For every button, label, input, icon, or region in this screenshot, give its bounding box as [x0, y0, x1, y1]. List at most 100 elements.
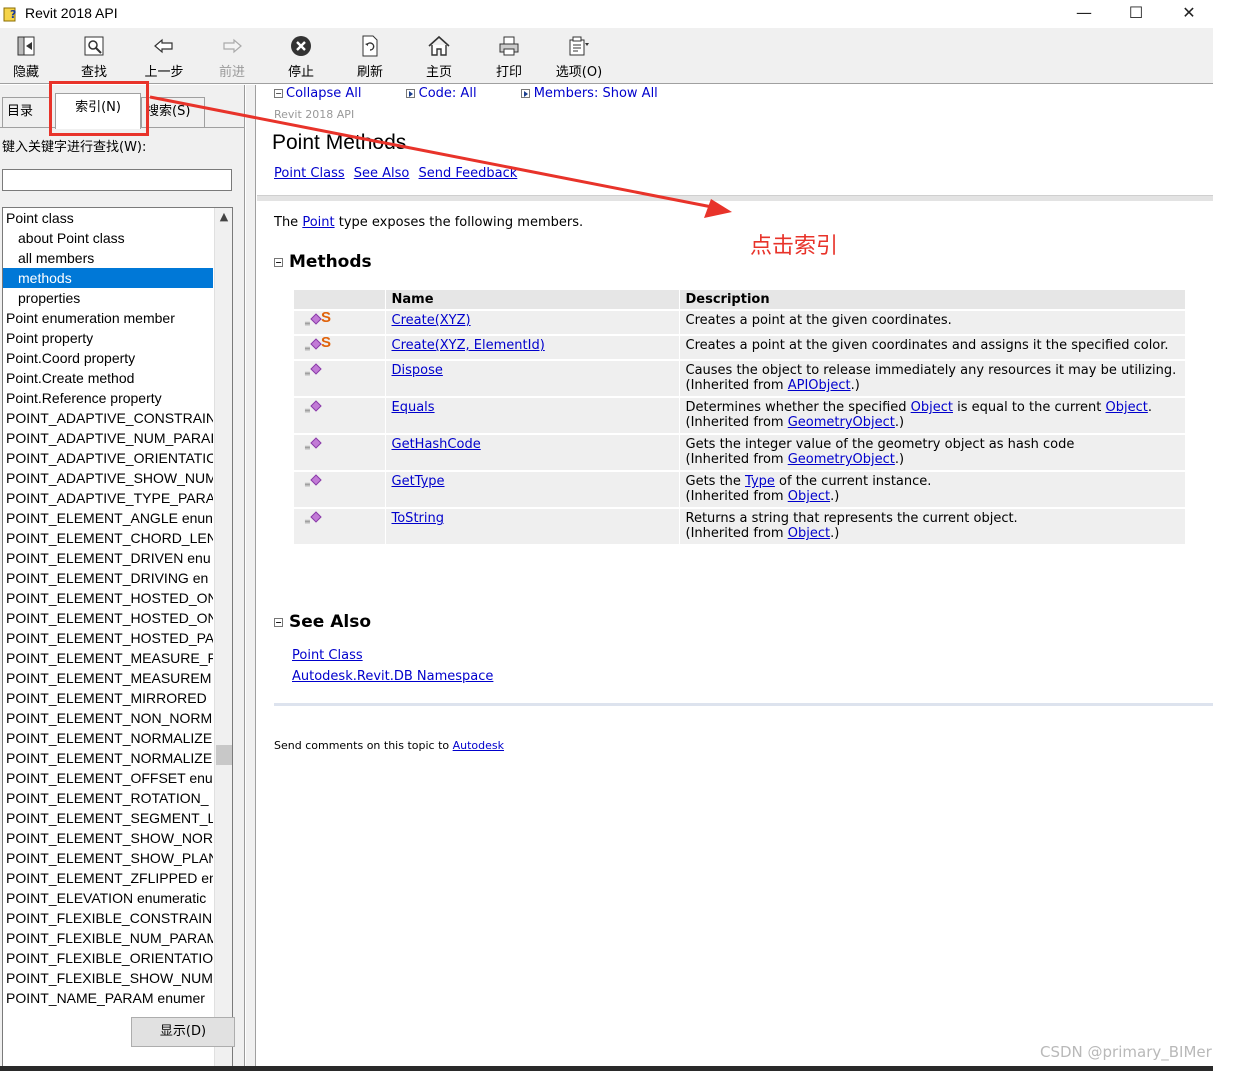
methods-section-toggle[interactable]: − Methods [274, 252, 372, 272]
type-link[interactable]: Object [788, 526, 830, 541]
static-method-icon: ≡ S [304, 334, 332, 353]
index-scrollbar[interactable]: ▲ ▼ [214, 208, 232, 1071]
stop-button[interactable]: 停止 [278, 32, 324, 80]
index-item[interactable]: Point property [3, 328, 213, 348]
find-button[interactable]: 查找 [71, 32, 117, 80]
index-item[interactable]: POINT_ELEMENT_HOSTED_ON [3, 588, 213, 608]
index-item[interactable]: POINT_ADAPTIVE_SHOW_NUM [3, 468, 213, 488]
index-item[interactable]: POINT_FLEXIBLE_ORIENTATIO [3, 948, 213, 968]
scroll-up-icon[interactable]: ▲ [215, 208, 232, 226]
index-item[interactable]: POINT_ADAPTIVE_CONSTRAIN [3, 408, 213, 428]
pane-splitter[interactable] [246, 85, 256, 1071]
table-row: ≡ GetHashCode Gets the integer value of th… [294, 433, 1186, 471]
method-link[interactable]: Create(XYZ, ElementId) [392, 338, 545, 353]
type-link[interactable]: Object [911, 400, 953, 415]
method-link[interactable]: Dispose [392, 363, 443, 378]
index-item[interactable]: POINT_ELEMENT_ROTATION_ [3, 788, 213, 808]
see-also-link[interactable]: See Also [354, 166, 410, 181]
index-item[interactable]: POINT_ELEMENT_ANGLE enun [3, 508, 213, 528]
options-button[interactable]: 选项(O) [554, 32, 604, 80]
index-item[interactable]: POINT_ELEMENT_HOSTED_ON [3, 608, 213, 628]
index-item[interactable]: POINT_ELEMENT_SHOW_NOR [3, 828, 213, 848]
type-link[interactable]: GeometryObject [788, 452, 895, 467]
index-item[interactable]: POINT_ELEMENT_OFFSET enur [3, 768, 213, 788]
index-item[interactable]: all members [3, 248, 213, 268]
description-text: .) [850, 378, 860, 393]
description-text: is equal to the current [952, 400, 1106, 415]
close-button[interactable]: ✕ [1166, 2, 1212, 26]
keyword-input[interactable] [2, 169, 232, 191]
index-item[interactable]: Point.Reference property [3, 388, 213, 408]
description-text: (Inherited from [685, 378, 788, 393]
display-button[interactable]: 显示(D) [131, 1017, 235, 1047]
index-item[interactable]: properties [3, 288, 213, 308]
method-link[interactable]: Create(XYZ) [392, 313, 471, 328]
type-link[interactable]: Type [745, 474, 775, 489]
method-name-cell: GetType [385, 470, 680, 508]
home-button[interactable]: 主页 [416, 32, 462, 80]
index-item[interactable]: Point.Coord property [3, 348, 213, 368]
point-class-link[interactable]: Point Class [274, 166, 345, 181]
autodesk-link[interactable]: Autodesk [453, 739, 504, 752]
description-text: (Inherited from [685, 526, 788, 541]
index-item[interactable]: POINT_ELEVATION enumeratic [3, 888, 213, 908]
send-feedback-link[interactable]: Send Feedback [419, 166, 518, 181]
index-item[interactable]: POINT_ELEMENT_MIRRORED [3, 688, 213, 708]
description-text: Returns a string that represents the cur… [685, 511, 1018, 526]
refresh-button[interactable]: 刷新 [347, 32, 393, 80]
type-link[interactable]: GeometryObject [788, 415, 895, 430]
print-button[interactable]: 打印 [486, 32, 532, 80]
index-item[interactable]: POINT_ELEMENT_CHORD_LEN [3, 528, 213, 548]
index-item[interactable]: POINT_ADAPTIVE_ORIENTATIC [3, 448, 213, 468]
index-item[interactable]: POINT_FLEXIBLE_CONSTRAINI [3, 908, 213, 928]
index-item[interactable]: POINT_ELEMENT_MEASURE_FI [3, 648, 213, 668]
help-app-icon: ? [3, 7, 16, 22]
index-item[interactable]: POINT_NAME_PARAM enumer [3, 988, 213, 1008]
minimize-button[interactable]: — [1061, 2, 1107, 26]
type-link[interactable]: Object [1106, 400, 1148, 415]
tab-search[interactable]: 搜索(S) [141, 97, 205, 127]
point-type-link[interactable]: Point [302, 215, 334, 230]
index-item[interactable]: Point class [3, 208, 213, 228]
index-list[interactable]: Point class about Point class all members m… [2, 207, 233, 1071]
index-item[interactable]: POINT_ELEMENT_HOSTED_PAI [3, 628, 213, 648]
index-item[interactable]: POINT_FLEXIBLE_NUM_PARAM [3, 928, 213, 948]
index-item[interactable]: POINT_ADAPTIVE_NUM_PARAI [3, 428, 213, 448]
index-item[interactable]: POINT_ELEMENT_DRIVEN enu [3, 548, 213, 568]
index-item[interactable]: POINT_ELEMENT_SHOW_PLAN [3, 848, 213, 868]
index-item[interactable]: POINT_ELEMENT_NON_NORM [3, 708, 213, 728]
tab-contents[interactable]: 目录(C [2, 97, 52, 127]
method-link[interactable]: GetType [392, 474, 445, 489]
code-filter-link[interactable]: Code: All [405, 86, 497, 101]
hide-pane-icon [17, 36, 35, 56]
back-button[interactable]: 上一步 [141, 32, 187, 80]
hide-button[interactable]: 隐藏 [3, 32, 49, 80]
table-row: ≡ Equals Determines whether the specified … [294, 396, 1186, 434]
index-item[interactable]: methods [3, 268, 213, 288]
method-link[interactable]: GetHashCode [392, 437, 481, 452]
members-filter-link[interactable]: Members: Show All [520, 86, 678, 101]
index-item[interactable]: POINT_ELEMENT_SEGMENT_L [3, 808, 213, 828]
collapse-all-link[interactable]: − Collapse All [274, 86, 382, 101]
see-also-namespace-link[interactable]: Autodesk.Revit.DB Namespace [292, 666, 493, 687]
scroll-thumb[interactable] [216, 745, 232, 765]
index-item[interactable]: POINT_ELEMENT_DRIVING en [3, 568, 213, 588]
index-item[interactable]: POINT_ELEMENT_ZFLIPPED en [3, 868, 213, 888]
type-link[interactable]: APIObject [788, 378, 851, 393]
maximize-button[interactable]: ☐ [1113, 2, 1159, 26]
forward-button[interactable]: 前进 [209, 32, 255, 80]
method-link[interactable]: ToString [392, 511, 444, 526]
see-also-section-toggle[interactable]: − See Also [274, 612, 371, 632]
type-link[interactable]: Object [788, 489, 830, 504]
index-item[interactable]: POINT_ELEMENT_NORMALIZE [3, 728, 213, 748]
index-item[interactable]: Point.Create method [3, 368, 213, 388]
index-item[interactable]: POINT_ELEMENT_MEASUREM [3, 668, 213, 688]
index-item[interactable]: POINT_ADAPTIVE_TYPE_PARAM [3, 488, 213, 508]
index-item[interactable]: POINT_ELEMENT_NORMALIZE [3, 748, 213, 768]
index-item[interactable]: about Point class [3, 228, 213, 248]
see-also-point-class-link[interactable]: Point Class [292, 645, 493, 666]
method-link[interactable]: Equals [392, 400, 435, 415]
index-item[interactable]: POINT_FLEXIBLE_SHOW_NUM [3, 968, 213, 988]
tab-index[interactable]: 索引(N) [55, 93, 141, 129]
index-item[interactable]: Point enumeration member [3, 308, 213, 328]
